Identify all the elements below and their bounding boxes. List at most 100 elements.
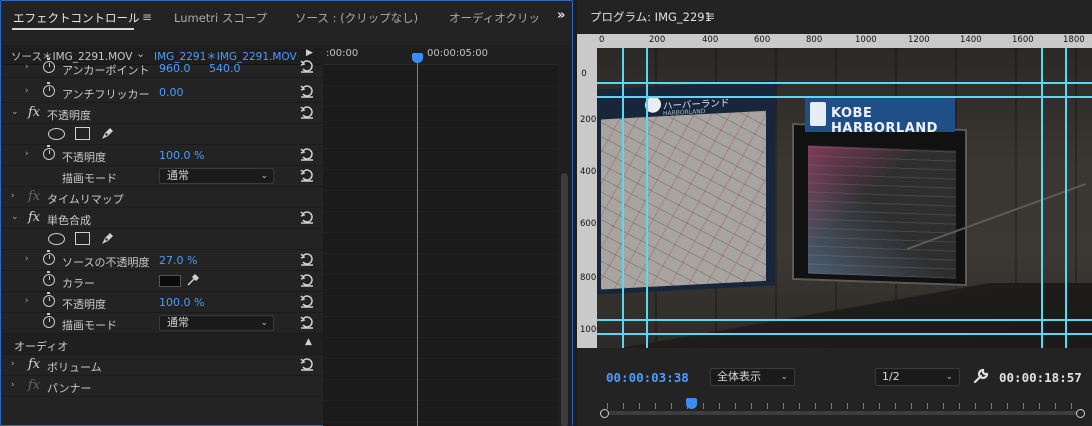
fx-icon[interactable]: fx (28, 357, 40, 372)
rectangle-mask-icon[interactable] (75, 127, 90, 140)
panner-label: パンナー (47, 382, 92, 395)
tab-audio-clip[interactable]: オーディオクリッ (449, 10, 540, 26)
in-point-handle[interactable] (600, 409, 609, 418)
mask-tools (48, 126, 115, 141)
opacity-value[interactable]: 100.0 % (159, 149, 204, 162)
map-left-drawing (601, 110, 766, 290)
fx-icon[interactable]: fx (28, 378, 40, 393)
stopwatch-icon[interactable] (43, 292, 55, 307)
collapse-up-icon[interactable]: ▲ (305, 337, 312, 347)
scrubber-ticks (607, 403, 1077, 409)
reset-icon[interactable] (300, 357, 314, 371)
stopwatch-icon[interactable] (43, 82, 55, 97)
twirl-icon[interactable]: › (25, 86, 29, 96)
twirl-icon[interactable]: › (25, 62, 29, 72)
row-source-opacity: › ソースの不透明度 27.0 % (1, 250, 323, 271)
current-timecode[interactable]: 00:00:03:38 (606, 370, 689, 385)
ruler-label: 800 (806, 35, 823, 45)
ellipse-mask-icon[interactable] (48, 232, 65, 245)
twirl-open-icon[interactable]: ⌄ (11, 107, 19, 117)
blend-mode-select[interactable]: 通常 ⌄ (159, 168, 274, 184)
fx-icon[interactable]: fx (28, 105, 40, 120)
reset-icon[interactable] (300, 273, 314, 287)
stopwatch-icon[interactable] (43, 145, 55, 160)
ruler-label: 1400 (960, 35, 982, 45)
row-time-remap: › fx タイムリマップ (1, 187, 323, 208)
play-icon[interactable]: ▶ (306, 48, 313, 58)
stopwatch-icon[interactable] (43, 271, 55, 286)
vertical-ruler[interactable]: 0 200 400 600 800 1000 (577, 48, 597, 348)
rectangle-mask-icon[interactable] (75, 232, 90, 245)
sc-opacity-value[interactable]: 100.0 % (159, 296, 204, 309)
anchor-x-value[interactable]: 960.0 (159, 62, 191, 75)
sc-blend-select[interactable]: 通常 ⌄ (159, 315, 274, 331)
anchor-y-value[interactable]: 540.0 (209, 62, 241, 75)
anti-flicker-value[interactable]: 0.00 (159, 86, 184, 99)
wrench-icon[interactable] (972, 368, 989, 385)
guide-line-horizontal[interactable] (597, 82, 1092, 84)
color-swatch[interactable] (159, 275, 181, 287)
stopwatch-icon[interactable] (43, 313, 55, 328)
vertical-scrollbar[interactable] (558, 45, 572, 426)
tab-source[interactable]: ソース : (クリップなし) (295, 10, 418, 26)
reset-icon[interactable] (300, 252, 314, 266)
reset-icon[interactable] (300, 168, 314, 182)
twirl-icon[interactable]: › (25, 254, 29, 264)
ruler-corner (577, 34, 597, 48)
twirl-icon[interactable]: › (11, 191, 15, 201)
row-single-color: ⌄ fx 単色合成 (1, 208, 323, 229)
guide-line-horizontal[interactable] (597, 96, 1092, 98)
guide-line-vertical[interactable] (646, 48, 648, 348)
twirl-icon[interactable]: › (25, 149, 29, 159)
guide-line-horizontal[interactable] (597, 319, 1092, 321)
pen-mask-icon[interactable] (100, 231, 115, 246)
reset-icon[interactable] (300, 84, 314, 98)
ruler-label: 1800 (1063, 35, 1085, 45)
time-scrubber[interactable] (601, 411, 1083, 415)
zoom-level-select[interactable]: 全体表示 ⌄ (710, 368, 795, 386)
tab-effect-controls[interactable]: エフェクトコントロール (13, 10, 140, 26)
timeline-start-time: :00:00 (326, 48, 359, 59)
program-video-frame[interactable]: ハーバーランド HARBORLAND KOBE HARBORLAND (597, 48, 1092, 348)
reset-icon[interactable] (300, 59, 314, 73)
tab-lumetri-scopes[interactable]: Lumetri スコープ (174, 10, 267, 26)
reset-icon[interactable] (300, 105, 314, 119)
timeline-ruler[interactable]: :00:00 00:00:05:00 (323, 45, 558, 65)
twirl-open-icon[interactable]: ⌄ (11, 212, 19, 222)
horizontal-ruler[interactable]: 0 200 400 600 800 1000 1200 1400 1600 18… (597, 34, 1092, 48)
program-monitor-title[interactable]: プログラム: IMG_2291 (590, 9, 712, 25)
reset-icon[interactable] (300, 315, 314, 329)
ellipse-mask-icon[interactable] (48, 127, 65, 140)
guide-line-horizontal[interactable] (597, 333, 1092, 335)
stopwatch-icon[interactable] (43, 250, 55, 265)
twirl-icon[interactable]: › (11, 380, 15, 390)
guide-line-vertical[interactable] (1041, 48, 1043, 348)
panel-menu-icon[interactable]: ≡ (142, 10, 152, 24)
out-point-handle[interactable] (1076, 409, 1085, 418)
reset-icon[interactable] (300, 210, 314, 224)
playhead-handle[interactable] (412, 53, 423, 63)
playhead-handle[interactable] (686, 398, 697, 409)
chevron-down-icon[interactable]: ⌄ (136, 47, 145, 60)
stopwatch-icon[interactable] (43, 58, 55, 73)
playback-resolution-select[interactable]: 1/2 ⌄ (875, 368, 960, 386)
row-blend-mode: 描画モード 通常 ⌄ (1, 166, 323, 187)
fx-icon[interactable]: fx (28, 189, 40, 204)
reset-icon[interactable] (300, 147, 314, 161)
tab-overflow-icon[interactable]: » (557, 8, 565, 23)
twirl-icon[interactable]: › (25, 296, 29, 306)
fx-icon[interactable]: fx (28, 210, 40, 225)
ruler-label: 0 (599, 35, 605, 45)
panel-menu-icon[interactable]: ≡ (705, 9, 715, 23)
source-opacity-value[interactable]: 27.0 % (159, 254, 197, 267)
ruler-label: 200 (580, 115, 597, 125)
pen-mask-icon[interactable] (100, 126, 115, 141)
reset-icon[interactable] (300, 294, 314, 308)
guide-line-vertical[interactable] (622, 48, 624, 348)
scrollbar-thumb[interactable] (561, 173, 568, 426)
total-duration-timecode: 00:00:18:57 (999, 370, 1082, 385)
guide-line-vertical[interactable] (1065, 48, 1067, 348)
eyedropper-icon[interactable] (186, 273, 200, 287)
twirl-icon[interactable]: › (11, 359, 15, 369)
effect-timeline[interactable]: :00:00 00:00:05:00 (323, 45, 558, 426)
